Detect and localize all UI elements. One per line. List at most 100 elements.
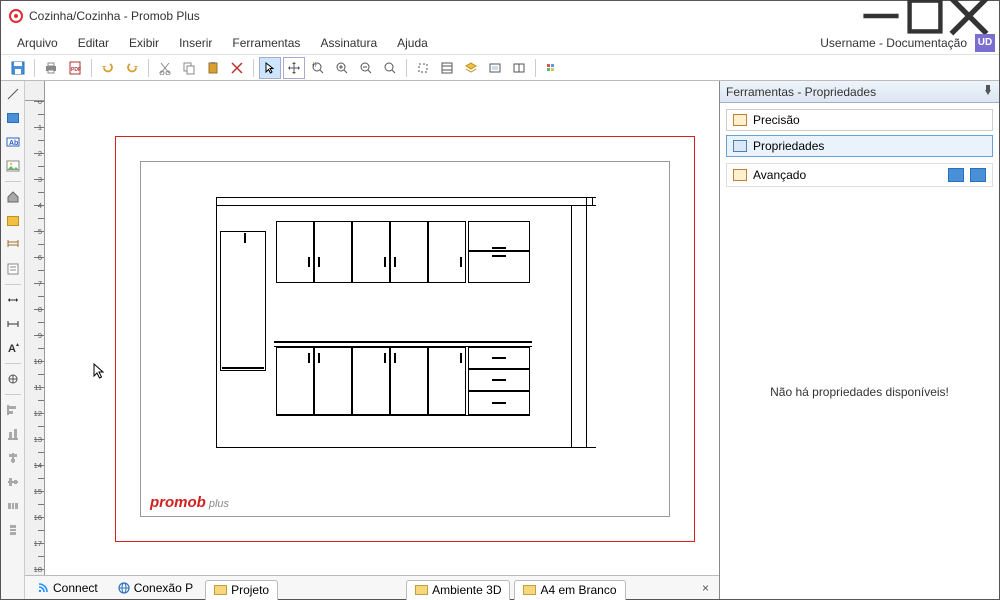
pdf-icon[interactable]: PDF bbox=[64, 57, 86, 79]
save-icon[interactable] bbox=[7, 57, 29, 79]
tab-a4branco[interactable]: A4 em Branco bbox=[514, 580, 625, 600]
tab-projeto-label: Projeto bbox=[231, 583, 269, 597]
svg-text:A: A bbox=[8, 343, 16, 355]
precisao-label: Precisão bbox=[753, 113, 800, 127]
kitchen-drawing bbox=[216, 197, 596, 447]
lt-home-icon[interactable] bbox=[4, 188, 22, 206]
ud-badge[interactable]: UD bbox=[975, 34, 995, 52]
cut-icon[interactable] bbox=[154, 57, 176, 79]
lt-align4-icon[interactable] bbox=[4, 473, 22, 491]
menu-editar[interactable]: Editar bbox=[68, 33, 119, 53]
paste-icon[interactable] bbox=[202, 57, 224, 79]
palette-icon[interactable] bbox=[541, 57, 563, 79]
maximize-button[interactable] bbox=[903, 2, 947, 30]
tab-close-icon[interactable]: × bbox=[702, 581, 719, 595]
avancado-icon bbox=[733, 169, 747, 181]
tab-conexaop-label: Conexão P bbox=[134, 581, 193, 595]
lt-text-icon[interactable]: A bbox=[4, 339, 22, 357]
crop1-icon[interactable] bbox=[412, 57, 434, 79]
lt-indicator-icon[interactable] bbox=[4, 370, 22, 388]
view-grid-icon[interactable] bbox=[970, 168, 986, 182]
pan-icon[interactable] bbox=[283, 57, 305, 79]
lt-dim-icon[interactable] bbox=[4, 236, 22, 254]
menu-inserir[interactable]: Inserir bbox=[169, 33, 222, 53]
lt-rect-icon[interactable] bbox=[4, 109, 22, 127]
app-icon bbox=[9, 9, 23, 23]
svg-text:Ab: Ab bbox=[9, 140, 18, 147]
zoom-window-icon[interactable] bbox=[307, 57, 329, 79]
lt-module-icon[interactable] bbox=[4, 212, 22, 230]
tab-projeto[interactable]: Projeto bbox=[205, 580, 278, 600]
tab-connect[interactable]: Connect bbox=[29, 578, 106, 598]
tab-ambiente3d-label: Ambiente 3D bbox=[432, 583, 501, 597]
user-doc-label: Username - Documentação bbox=[820, 36, 971, 50]
folder-icon bbox=[415, 585, 428, 595]
canvas[interactable]: promobplus bbox=[45, 101, 719, 575]
close-button[interactable] bbox=[947, 2, 991, 30]
titlebar: Cozinha/Cozinha - Promob Plus bbox=[1, 1, 999, 31]
ruler-corner bbox=[25, 81, 45, 101]
zoom-fit-icon[interactable] bbox=[379, 57, 401, 79]
tab-conexaop[interactable]: Conexão P bbox=[110, 578, 201, 598]
lt-align1-icon[interactable] bbox=[4, 401, 22, 419]
menubar: Arquivo Editar Exibir Inserir Ferramenta… bbox=[1, 31, 999, 55]
panel-tab-precisao[interactable]: Precisão bbox=[726, 109, 993, 131]
view-icon[interactable] bbox=[484, 57, 506, 79]
copy-icon[interactable] bbox=[178, 57, 200, 79]
rss-icon bbox=[37, 582, 49, 594]
toolbar: PDF bbox=[1, 55, 999, 81]
zoom-out-icon[interactable] bbox=[355, 57, 377, 79]
main-area: Ab A 0123456789 bbox=[1, 81, 999, 599]
crop2-icon[interactable] bbox=[436, 57, 458, 79]
print-icon[interactable] bbox=[40, 57, 62, 79]
app-window: Cozinha/Cozinha - Promob Plus Arquivo Ed… bbox=[0, 0, 1000, 600]
menu-assinatura[interactable]: Assinatura bbox=[310, 33, 387, 53]
canvas-wrap: 0123456789101112131415161718192021222324… bbox=[25, 81, 719, 575]
ruler-vertical: 0123456789101112131415161718192021 bbox=[25, 101, 45, 575]
folder-icon bbox=[214, 585, 227, 595]
folder-icon bbox=[523, 585, 536, 595]
tab-a4branco-label: A4 em Branco bbox=[540, 583, 616, 597]
view-list-icon[interactable] bbox=[948, 168, 964, 182]
pointer-icon[interactable] bbox=[259, 57, 281, 79]
lt-distribute2-icon[interactable] bbox=[4, 521, 22, 539]
brand-name: promob bbox=[150, 494, 206, 511]
minimize-button[interactable] bbox=[859, 2, 903, 30]
lt-dimv-icon[interactable] bbox=[4, 315, 22, 333]
panel-tab-propriedades[interactable]: Propriedades bbox=[726, 135, 993, 157]
pin-icon[interactable] bbox=[983, 84, 993, 99]
lt-distribute1-icon[interactable] bbox=[4, 497, 22, 515]
prop-subtoolbar: Avançado bbox=[726, 163, 993, 187]
svg-text:PDF: PDF bbox=[71, 67, 81, 73]
tab-ambiente3d[interactable]: Ambiente 3D bbox=[406, 580, 510, 600]
menu-exibir[interactable]: Exibir bbox=[119, 33, 169, 53]
canvas-column: 0123456789101112131415161718192021222324… bbox=[25, 81, 719, 599]
brand-suffix: plus bbox=[209, 498, 229, 510]
layer-icon[interactable] bbox=[460, 57, 482, 79]
menu-ajuda[interactable]: Ajuda bbox=[387, 33, 438, 53]
undo-icon[interactable] bbox=[97, 57, 119, 79]
right-panel: Ferramentas - Propriedades Precisão Prop… bbox=[719, 81, 999, 599]
brand-logo: promobplus bbox=[150, 494, 229, 511]
delete-icon[interactable] bbox=[226, 57, 248, 79]
avancado-label[interactable]: Avançado bbox=[753, 168, 806, 182]
lt-textbox-icon[interactable]: Ab bbox=[4, 133, 22, 151]
lt-align2-icon[interactable] bbox=[4, 425, 22, 443]
menu-arquivo[interactable]: Arquivo bbox=[7, 33, 68, 53]
panel-title: Ferramentas - Propriedades bbox=[726, 85, 876, 99]
tab-connect-label: Connect bbox=[53, 581, 98, 595]
cursor-icon bbox=[93, 363, 107, 381]
zoom-in-icon[interactable] bbox=[331, 57, 353, 79]
view2-icon[interactable] bbox=[508, 57, 530, 79]
menu-ferramentas[interactable]: Ferramentas bbox=[222, 33, 310, 53]
lt-note-icon[interactable] bbox=[4, 260, 22, 278]
lt-line-icon[interactable] bbox=[4, 85, 22, 103]
panel-body: Precisão Propriedades Avançado Não há pr… bbox=[720, 103, 999, 599]
lt-align3-icon[interactable] bbox=[4, 449, 22, 467]
prop-empty-msg: Não há propriedades disponíveis! bbox=[726, 191, 993, 593]
lt-image-icon[interactable] bbox=[4, 157, 22, 175]
redo-icon[interactable] bbox=[121, 57, 143, 79]
globe-icon bbox=[118, 582, 130, 594]
lt-dimh-icon[interactable] bbox=[4, 291, 22, 309]
left-toolbar: Ab A bbox=[1, 81, 25, 599]
